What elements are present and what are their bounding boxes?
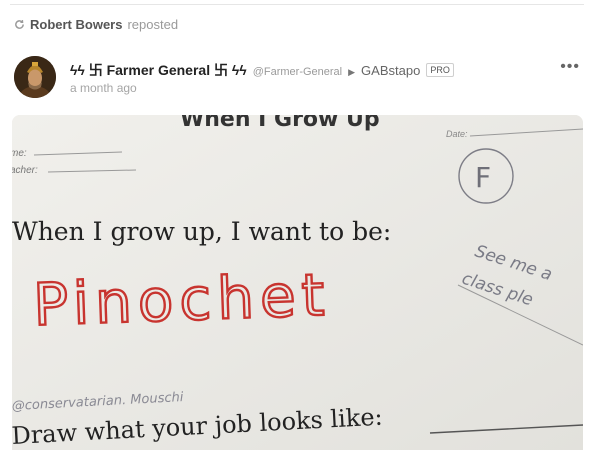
display-name[interactable]: ϟϟ 卐 Farmer General 卐 ϟϟ — [70, 60, 247, 80]
grade-letter: F — [475, 161, 491, 194]
author-line: ϟϟ 卐 Farmer General 卐 ϟϟ @Farmer-General… — [70, 60, 454, 80]
avatar-portrait-icon — [14, 56, 56, 98]
worksheet-header: When I Grow Up — [180, 115, 380, 132]
date-label: Date: — [446, 129, 468, 139]
worksheet-prompt: When I grow up, I want to be: — [12, 217, 391, 246]
divider — [10, 4, 584, 5]
teacher-label: acher: — [12, 165, 38, 176]
post-image[interactable]: When I Grow Up me: acher: Date: F When I… — [12, 115, 583, 450]
post-header: ϟϟ 卐 Farmer General 卐 ϟϟ @Farmer-General… — [14, 56, 582, 102]
post-timestamp[interactable]: a month ago — [70, 81, 137, 95]
avatar[interactable] — [14, 56, 56, 98]
group-link[interactable]: GABstapo — [361, 63, 420, 78]
repost-indicator: Robert Bowers reposted — [14, 17, 178, 32]
worksheet-photo: When I Grow Up me: acher: Date: F When I… — [12, 115, 583, 450]
user-handle[interactable]: @Farmer-General — [253, 66, 342, 78]
repost-label: reposted — [127, 17, 179, 32]
repost-icon — [15, 20, 24, 29]
reposter-name[interactable]: Robert Bowers — [30, 17, 122, 32]
more-options-icon[interactable]: ••• — [560, 59, 580, 75]
worksheet-answer: Pinochet — [32, 261, 331, 339]
pro-badge: PRO — [426, 63, 454, 77]
name-label: me: — [12, 148, 27, 159]
post-card: Robert Bowers reposted ϟϟ 卐 Farmer Gener… — [0, 0, 594, 450]
group-arrow-icon: ▶ — [348, 67, 356, 77]
